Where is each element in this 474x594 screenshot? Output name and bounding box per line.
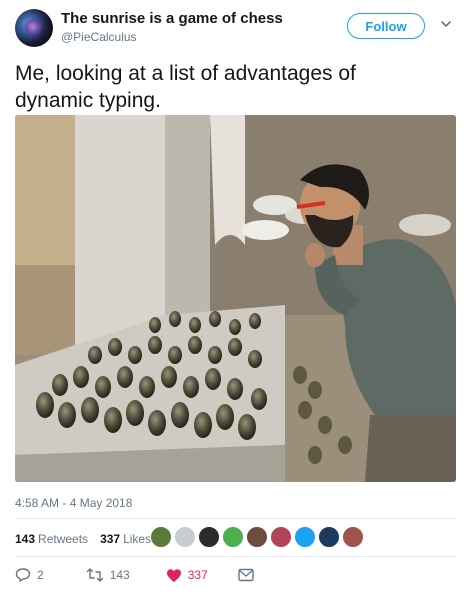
retweet-count: 143: [109, 568, 130, 582]
likes-label: Likes: [123, 532, 152, 546]
likes-stat[interactable]: 337 Likes: [100, 532, 151, 546]
follow-button[interactable]: Follow: [347, 13, 425, 39]
liker-avatar[interactable]: [270, 526, 292, 548]
liker-avatar[interactable]: [246, 526, 268, 548]
reply-count: 2: [37, 568, 44, 582]
heart-icon: [166, 568, 181, 582]
retweets-label: Retweets: [38, 532, 89, 546]
like-button[interactable]: 337: [166, 568, 208, 583]
reply-button[interactable]: 2: [15, 567, 44, 583]
liker-avatar[interactable]: [342, 526, 364, 548]
liker-avatar[interactable]: [198, 526, 220, 548]
likers-avatars: [150, 526, 366, 548]
author-avatar[interactable]: [15, 9, 53, 47]
envelope-icon: [238, 568, 254, 582]
liker-avatar[interactable]: [318, 526, 340, 548]
like-count: 337: [187, 568, 208, 582]
tweet-timestamp[interactable]: 4:58 AM - 4 May 2018: [15, 496, 132, 510]
retweet-icon: [86, 568, 103, 582]
liker-avatar[interactable]: [294, 526, 316, 548]
photo-scene-icon: [15, 115, 456, 482]
tweet-photo[interactable]: [15, 115, 456, 482]
liker-avatar[interactable]: [150, 526, 172, 548]
retweets-count: 143: [15, 532, 36, 546]
tweet-actions: 2 143 337: [15, 565, 286, 585]
divider: [15, 556, 456, 557]
liker-avatar[interactable]: [174, 526, 196, 548]
tweet-text: Me, looking at a list of advantages of d…: [15, 62, 356, 112]
likes-count: 337: [100, 532, 121, 546]
reply-icon: [15, 568, 31, 582]
retweet-button[interactable]: 143: [86, 567, 130, 583]
chevron-down-icon[interactable]: [440, 18, 452, 30]
author-display-name[interactable]: The sunrise is a game of chess: [61, 10, 283, 27]
retweets-stat[interactable]: 143 Retweets: [15, 532, 88, 546]
engagement-stats: 143 Retweets 337 Likes: [15, 528, 163, 550]
liker-avatar[interactable]: [222, 526, 244, 548]
divider: [15, 518, 456, 519]
direct-message-button[interactable]: [238, 568, 260, 582]
author-handle[interactable]: @PieCalculus: [61, 30, 137, 44]
tweet-header: The sunrise is a game of chess @PieCalcu…: [0, 0, 474, 56]
